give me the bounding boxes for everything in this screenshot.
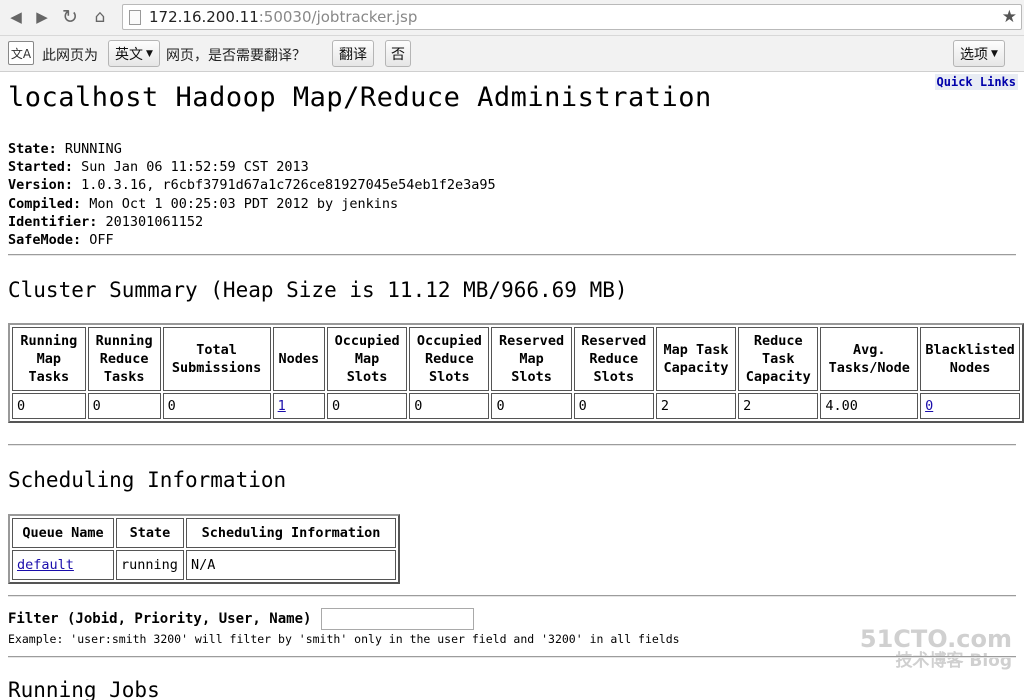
header-reduce-task-capacity: Reduce Task Capacity <box>738 327 819 391</box>
translate-icon: 文A <box>8 41 34 65</box>
filter-example: Example: 'user:smith 3200' will filter b… <box>8 632 680 646</box>
divider <box>8 595 1016 597</box>
header-occupied-map-slots: Occupied Map Slots <box>327 327 408 391</box>
info-identifier: Identifier: 201301061152 <box>8 213 204 230</box>
no-translate-button[interactable]: 否 <box>385 40 411 67</box>
header-nodes: Nodes <box>272 327 326 391</box>
info-safemode: SafeMode: OFF <box>8 232 114 249</box>
value-avg-tasks-per-node: 4.00 <box>820 393 919 419</box>
watermark-line1: 51CTO.com <box>859 625 1012 653</box>
value-reserved-reduce-slots: 0 <box>573 393 654 419</box>
queue-state-cell: running <box>116 550 184 580</box>
value-occupied-reduce-slots: 0 <box>409 393 490 419</box>
divider <box>8 444 1016 446</box>
page-icon <box>129 9 141 25</box>
blacklisted-nodes-link[interactable]: 0 <box>925 398 933 414</box>
nodes-link[interactable]: 1 <box>278 398 286 414</box>
filter-form: Filter (Jobid, Priority, User, Name) <box>8 608 475 630</box>
watermark-line2: 技术博客 Blog <box>895 651 1012 671</box>
divider <box>8 254 1016 256</box>
info-started: Started: Sun Jan 06 11:52:59 CST 2013 <box>8 159 309 176</box>
header-reserved-map-slots: Reserved Map Slots <box>491 327 572 391</box>
header-queue-name: Queue Name <box>12 518 114 548</box>
options-button-label: 选项 <box>960 46 989 63</box>
info-version: Version: 1.0.3.16, r6cbf3791d67a1c726ce8… <box>8 177 496 194</box>
table-row: 0 0 0 1 0 0 0 0 2 2 4.00 0 <box>12 393 1020 419</box>
header-running-map-tasks: Running Map Tasks <box>12 327 86 391</box>
value-running-map-tasks: 0 <box>12 393 86 419</box>
home-icon[interactable]: ⌂ <box>88 6 112 28</box>
header-total-submissions: Total Submissions <box>162 327 271 391</box>
forward-icon[interactable]: ▶ <box>30 6 54 28</box>
table-header-row: Running Map Tasks Running Reduce Tasks Total… <box>12 327 1020 391</box>
value-running-reduce-tasks: 0 <box>87 393 161 419</box>
header-avg-tasks-per-node: Avg. Tasks/Node <box>820 327 919 391</box>
value-occupied-map-slots: 0 <box>327 393 408 419</box>
chevron-down-icon: ▼ <box>146 48 153 59</box>
header-blacklisted-nodes: Blacklisted Nodes <box>920 327 1020 391</box>
language-select-label: 英文 <box>115 46 144 63</box>
url-path: :50030/jobtracker.jsp <box>258 8 418 26</box>
browser-toolbar: ◀ ▶ ↻ ⌂ 172.16.200.11:50030/jobtracker.j… <box>0 0 1024 36</box>
back-icon[interactable]: ◀ <box>4 6 28 28</box>
queue-default-link[interactable]: default <box>17 557 74 573</box>
info-state: State: RUNNING <box>8 141 122 157</box>
url-host: 172.16.200.11 <box>149 8 259 26</box>
chevron-down-icon: ▼ <box>991 48 998 59</box>
scheduling-information-title: Scheduling Information <box>8 468 287 492</box>
header-reserved-reduce-slots: Reserved Reduce Slots <box>573 327 654 391</box>
translate-bar: 文A 此网页为 英文 ▼ 网页，是否需要翻译？ 翻译 否 选项 ▼ <box>0 36 1024 72</box>
translate-prompt: 此网页为 <box>42 48 98 64</box>
header-state: State <box>116 518 184 548</box>
value-reduce-task-capacity: 2 <box>738 393 819 419</box>
info-compiled: Compiled: Mon Oct 1 00:25:03 PDT 2012 by… <box>8 195 399 212</box>
reload-icon[interactable]: ↻ <box>58 6 82 28</box>
queue-name-cell: default <box>12 550 114 580</box>
table-header-row: Queue Name State Scheduling Information <box>12 518 396 548</box>
bookmark-star-icon[interactable]: ★ <box>1002 7 1017 27</box>
table-row: default running N/A <box>12 550 396 580</box>
cluster-summary-table: Running Map Tasks Running Reduce Tasks Total… <box>8 323 1024 423</box>
options-button[interactable]: 选项 ▼ <box>953 40 1005 67</box>
header-running-reduce-tasks: Running Reduce Tasks <box>87 327 161 391</box>
filter-input[interactable] <box>321 608 475 630</box>
value-blacklisted-nodes: 0 <box>920 393 1020 419</box>
value-reserved-map-slots: 0 <box>491 393 572 419</box>
scheduling-table: Queue Name State Scheduling Information … <box>8 514 400 584</box>
translate-button[interactable]: 翻译 <box>332 40 374 67</box>
page-content: Quick Links localhost Hadoop Map/Reduce … <box>0 72 1024 700</box>
header-scheduling-information: Scheduling Information <box>186 518 396 548</box>
page-title: localhost Hadoop Map/Reduce Administrati… <box>8 82 712 113</box>
divider <box>8 656 1016 658</box>
header-occupied-reduce-slots: Occupied Reduce Slots <box>409 327 490 391</box>
queue-scheduling-info-cell: N/A <box>186 550 396 580</box>
language-select[interactable]: 英文 ▼ <box>108 40 160 67</box>
quick-links-link[interactable]: Quick Links <box>934 74 1018 90</box>
value-map-task-capacity: 2 <box>655 393 737 419</box>
filter-label: Filter (Jobid, Priority, User, Name) <box>8 611 312 627</box>
watermark: 51CTO.com 技术博客 Blog <box>859 625 1012 672</box>
running-jobs-title: Running Jobs <box>8 678 160 700</box>
translate-question: 网页，是否需要翻译？ <box>166 48 306 64</box>
jobtracker-info: State: RUNNING Started: Sun Jan 06 11:52… <box>8 140 496 249</box>
value-total-submissions: 0 <box>162 393 271 419</box>
cluster-summary-title: Cluster Summary (Heap Size is 11.12 MB/9… <box>8 278 628 302</box>
value-nodes: 1 <box>272 393 326 419</box>
address-bar[interactable]: 172.16.200.11:50030/jobtracker.jsp ★ <box>122 4 1022 30</box>
header-map-task-capacity: Map Task Capacity <box>655 327 737 391</box>
